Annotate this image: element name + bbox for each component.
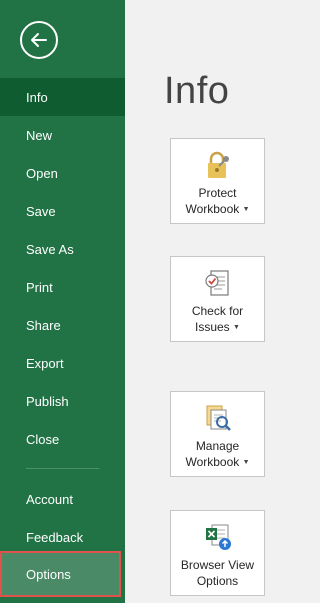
card-label-line2: Workbook ▼ (185, 202, 250, 216)
dropdown-caret-icon: ▼ (233, 323, 240, 331)
sidebar-divider (26, 468, 99, 469)
card-label-line1: Manage (195, 439, 240, 453)
sidebar-item-label: Options (26, 566, 71, 582)
browser-view-options-button[interactable]: Browser View Options (170, 510, 265, 596)
sidebar-item-account[interactable]: Account (0, 480, 125, 518)
sidebar-item-new[interactable]: New (0, 116, 125, 154)
card-label: Protect Workbook ▼ (185, 185, 249, 218)
card-label: Manage Workbook ▼ (185, 438, 249, 471)
info-pane: Info Protect Workbook ▼ Check for Issues… (125, 0, 275, 603)
page-title: Info (164, 70, 230, 112)
sidebar-item-info[interactable]: Info (0, 78, 125, 116)
sidebar-item-label: Print (26, 279, 53, 295)
sidebar-item-publish[interactable]: Publish (0, 382, 125, 420)
backstage-sidebar: Info New Open Save Save As Print Share E… (0, 0, 125, 603)
sidebar-item-label: Export (26, 355, 64, 371)
card-label-line2: Options (196, 574, 239, 588)
sidebar-item-open[interactable]: Open (0, 154, 125, 192)
sidebar-item-label: Open (26, 165, 58, 181)
card-label-line2: Issues ▼ (195, 320, 240, 334)
sidebar-item-label: Save (26, 203, 56, 219)
sidebar-item-export[interactable]: Export (0, 344, 125, 382)
sidebar-item-label: Publish (26, 393, 69, 409)
excel-browser-icon (205, 524, 231, 550)
card-label-line1: Check for (191, 304, 244, 318)
sidebar-item-label: Share (26, 317, 61, 333)
check-for-issues-button[interactable]: Check for Issues ▼ (170, 256, 265, 342)
sidebar-item-label: Save As (26, 241, 74, 257)
sidebar-item-label: Info (26, 89, 48, 105)
card-label-line2: Workbook ▼ (185, 455, 250, 469)
sidebar-item-label: Close (26, 431, 60, 447)
card-label: Check for Issues ▼ (192, 303, 243, 336)
sidebar-item-share[interactable]: Share (0, 306, 125, 344)
back-arrow-icon (31, 33, 47, 47)
sidebar-item-label: New (26, 127, 53, 143)
sidebar-item-options[interactable]: Options (0, 551, 121, 597)
card-label-line1: Browser View (180, 558, 255, 572)
card-label: Browser View Options (181, 557, 254, 589)
sidebar-item-label: Feedback (26, 529, 84, 545)
checklist-icon (204, 270, 229, 296)
manage-documents-icon (206, 405, 231, 431)
dropdown-caret-icon: ▼ (242, 205, 250, 213)
dropdown-caret-icon: ▼ (242, 458, 250, 466)
manage-workbook-button[interactable]: Manage Workbook ▼ (170, 391, 265, 477)
lock-key-icon (207, 151, 229, 178)
card-label-line1: Protect (198, 186, 237, 200)
sidebar-item-print[interactable]: Print (0, 268, 125, 306)
protect-workbook-button[interactable]: Protect Workbook ▼ (170, 138, 265, 224)
sidebar-item-label: Account (26, 491, 73, 507)
sidebar-item-close[interactable]: Close (0, 420, 125, 458)
sidebar-item-save-as[interactable]: Save As (0, 230, 125, 268)
back-button[interactable] (20, 21, 58, 59)
sidebar-item-save[interactable]: Save (0, 192, 125, 230)
